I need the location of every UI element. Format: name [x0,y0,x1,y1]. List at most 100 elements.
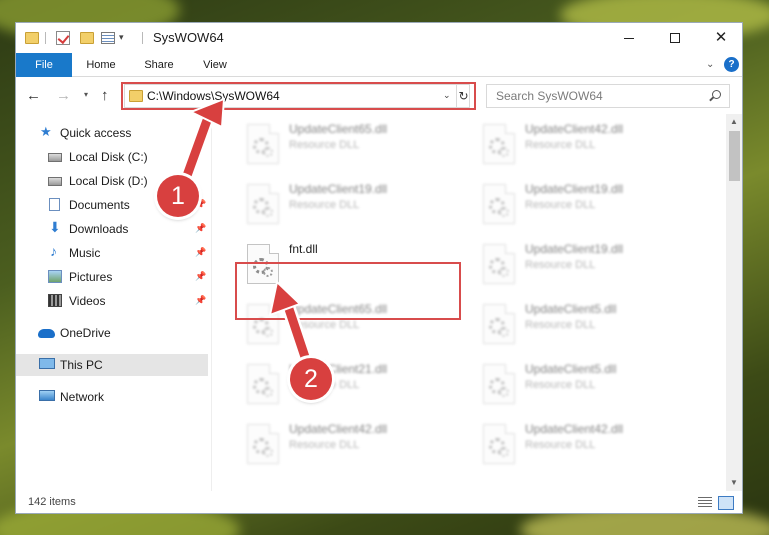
close-icon: ✕ [714,29,728,46]
sidebar-item-local-disk-c[interactable]: Local Disk (C:) [16,146,208,168]
file-item[interactable]: UpdateClient19.dll Resource DLL [475,180,705,236]
title-bar: ▾ SysWOW64 ✕ [16,23,742,53]
gear-icon [263,447,273,457]
tab-share[interactable]: Share [136,53,182,77]
minimize-button[interactable] [606,23,652,53]
file-item[interactable]: UpdateClient42.dll Resource DLL [475,120,705,176]
file-item[interactable]: UpdateClient5.dll Resource DLL [475,300,705,356]
forward-arrow-icon[interactable]: → [56,87,71,105]
recent-locations-dropdown-icon[interactable]: ▾ [84,90,88,99]
drive-icon [48,177,62,186]
search-placeholder: Search SysWOW64 [496,89,603,103]
search-input[interactable]: Search SysWOW64 [486,84,730,108]
tab-view[interactable]: View [192,53,238,77]
gear-icon [499,387,509,397]
file-item[interactable]: UpdateClient42.dll Resource DLL [475,420,705,476]
properties-icon[interactable] [101,32,115,44]
back-arrow-icon[interactable]: ← [26,87,41,105]
file-name: UpdateClient19.dll [525,182,624,196]
file-type: Resource DLL [525,439,596,451]
file-name: fnt.dll [289,242,318,256]
file-type: Resource DLL [289,319,360,331]
minimize-icon [624,37,634,39]
file-type: Resource DLL [525,139,596,151]
gear-icon [499,447,509,457]
file-type: Resource DLL [525,199,596,211]
large-icons-view-icon[interactable] [718,496,734,510]
sidebar-item-label: Pictures [69,270,113,284]
sidebar-item-label: Network [60,390,105,404]
sidebar-item-videos[interactable]: Videos 📌 [16,290,208,312]
sidebar-item-pictures[interactable]: Pictures 📌 [16,266,208,288]
sidebar-item-downloads[interactable]: ⬇ Downloads 📌 [16,218,208,240]
step-2-badge: 2 [290,358,332,400]
sidebar-item-label: OneDrive [60,326,111,340]
sidebar-item-quick-access[interactable]: ★ Quick access [16,122,208,144]
address-highlight-box [121,82,476,110]
gear-icon [499,267,509,277]
network-icon [39,390,55,401]
file-highlight-box [235,262,461,320]
videos-icon [48,294,62,307]
pin-icon[interactable]: 📌 [195,223,206,234]
close-button[interactable]: ✕ [698,23,742,53]
new-folder-icon[interactable] [80,32,94,44]
gear-icon [263,327,273,337]
sidebar-item-label: Videos [69,294,106,308]
pc-icon [39,358,55,369]
tab-home[interactable]: Home [78,53,124,77]
maximize-button[interactable] [652,23,698,53]
file-item[interactable]: UpdateClient42.dll Resource DLL [239,420,469,476]
file-type: Resource DLL [289,139,360,151]
file-item[interactable]: UpdateClient21.dll Resource DLL [239,360,469,416]
sidebar-item-label: Local Disk (C:) [69,150,148,164]
pin-icon[interactable]: 📌 [195,271,206,282]
star-icon: ★ [40,124,52,139]
up-arrow-icon[interactable]: ↑ [101,87,109,105]
downloads-icon: ⬇ [49,219,61,235]
properties-check-icon[interactable] [56,31,70,45]
onedrive-icon [38,329,55,338]
file-name: UpdateClient42.dll [289,422,388,436]
vertical-scrollbar[interactable]: ▲ ▼ [726,114,742,491]
search-icon[interactable] [712,90,721,99]
ribbon-tabs: File Home Share View ⌄ ? [16,53,742,77]
gear-icon [499,147,509,157]
tab-file[interactable]: File [16,53,72,77]
scrollbar-thumb[interactable] [729,131,740,181]
file-item[interactable]: UpdateClient65.dll Resource DLL [239,120,469,176]
pin-icon[interactable]: 📌 [195,247,206,258]
file-type: Resource DLL [525,379,596,391]
sidebar-item-network[interactable]: Network [16,386,208,408]
file-item[interactable]: UpdateClient19.dll Resource DLL [239,180,469,236]
gear-icon [499,327,509,337]
file-item[interactable]: UpdateClient19.dll Resource DLL [475,240,705,296]
pin-icon[interactable]: 📌 [195,295,206,306]
gear-icon [263,387,273,397]
file-item[interactable]: UpdateClient5.dll Resource DLL [475,360,705,416]
folder-icon [25,32,39,44]
file-name: UpdateClient5.dll [525,362,617,376]
sidebar-item-this-pc[interactable]: This PC [16,354,208,376]
window-title: SysWOW64 [153,30,224,45]
details-view-icon[interactable] [698,497,712,509]
expand-ribbon-chevron-icon[interactable]: ⌄ [706,59,714,70]
file-name: UpdateClient19.dll [525,242,624,256]
sidebar-item-label: This PC [60,358,103,372]
help-icon[interactable]: ? [724,57,739,72]
documents-icon [49,198,60,211]
file-type: Resource DLL [525,259,596,271]
navigation-pane: ★ Quick access Local Disk (C:) Local Dis… [16,114,212,491]
file-name: UpdateClient5.dll [525,302,617,316]
customize-toolbar-dropdown-icon[interactable]: ▾ [119,32,124,48]
file-type: Resource DLL [289,439,360,451]
sidebar-item-label: Documents [69,198,130,212]
drive-icon [48,153,62,162]
scroll-down-icon[interactable]: ▼ [730,478,738,487]
sidebar-item-label: Downloads [69,222,129,236]
sidebar-item-onedrive[interactable]: OneDrive [16,322,208,344]
scroll-up-icon[interactable]: ▲ [730,117,738,126]
gear-icon [499,207,509,217]
sidebar-item-music[interactable]: ♪ Music 📌 [16,242,208,264]
file-list: UpdateClient65.dll Resource DLL UpdateCl… [213,114,726,491]
